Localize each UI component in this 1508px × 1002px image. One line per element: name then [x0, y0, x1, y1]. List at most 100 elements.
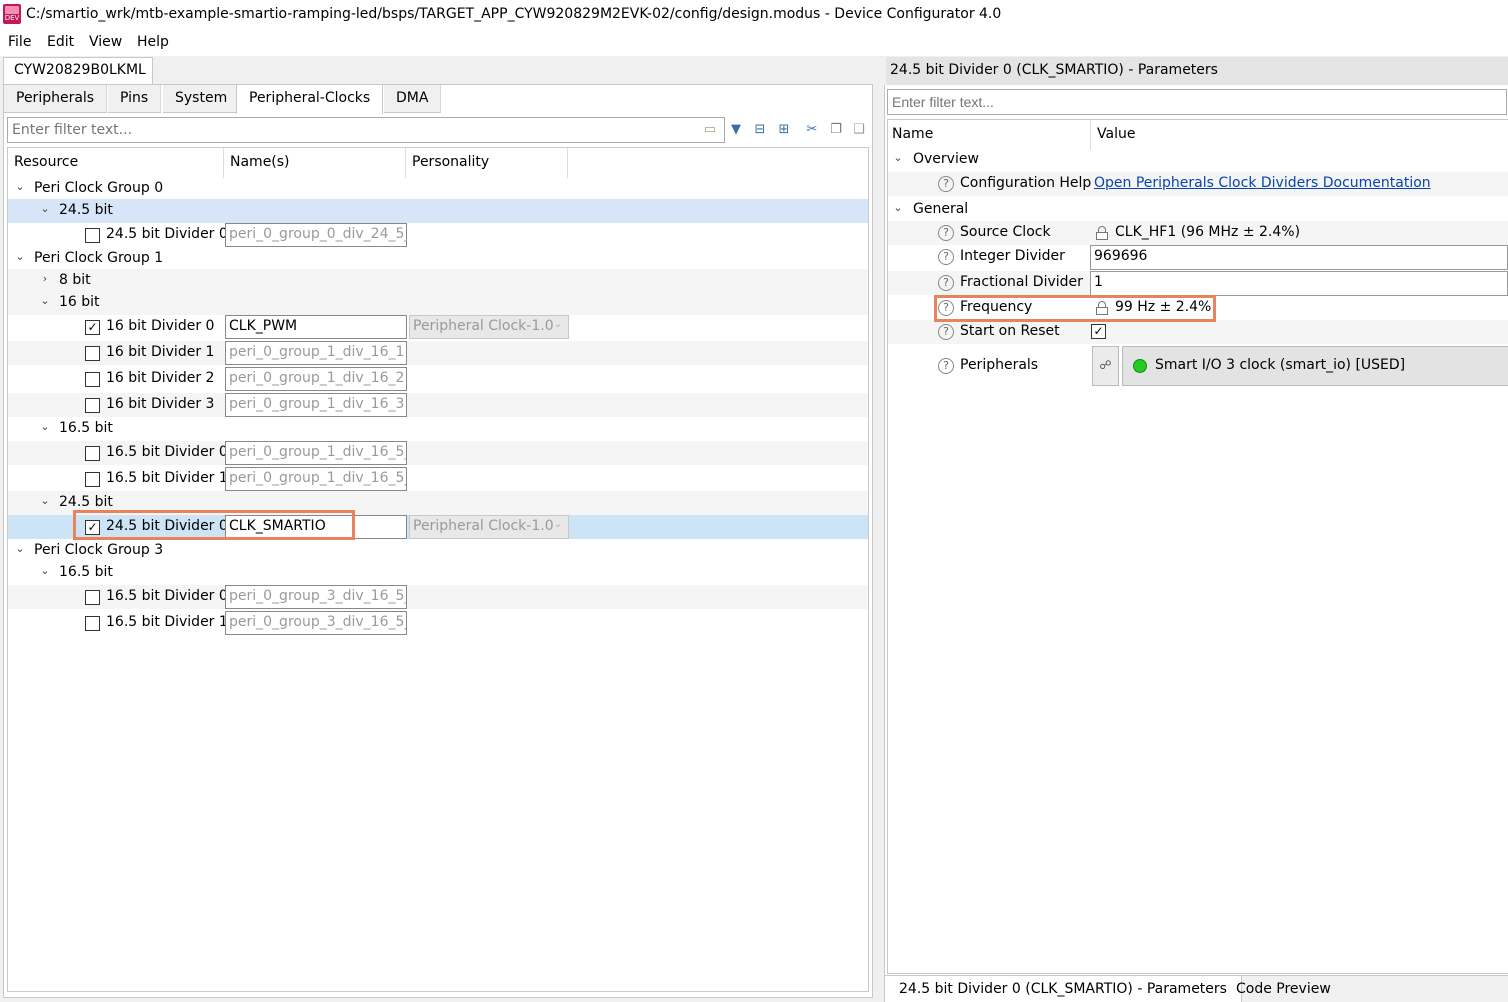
tree-row-g1-16[interactable]: ⌄ 16 bit	[8, 291, 868, 315]
enable-checkbox[interactable]	[85, 616, 100, 631]
tree-row-g1-8[interactable]: › 8 bit	[8, 269, 868, 293]
param-label: Configuration Help	[960, 175, 1092, 191]
tree-row-g3-165-d1[interactable]: 16.5 bit Divider 1 peri_0_group_3_div_16…	[8, 611, 868, 635]
chevron-down-icon[interactable]: ⌄	[14, 180, 26, 193]
name-input[interactable]: peri_0_group_0_div_24_5_0	[225, 223, 407, 247]
tab-code-preview[interactable]: Code Preview	[1222, 976, 1345, 1002]
tab-peripherals[interactable]: Peripherals	[4, 85, 108, 113]
help-icon[interactable]: ?	[938, 176, 954, 192]
enable-checkbox[interactable]	[85, 472, 100, 487]
tree-row-g3-165[interactable]: ⌄ 16.5 bit	[8, 561, 868, 585]
tree-row-g1-16-d2[interactable]: 16 bit Divider 2 peri_0_group_1_div_16_2	[8, 367, 868, 391]
copy-icon[interactable]: ❐	[827, 121, 845, 139]
tree-label: 16 bit Divider 3	[106, 396, 215, 412]
name-input[interactable]: peri_0_group_1_div_16_5_0	[225, 441, 407, 465]
expand-all-icon[interactable]: ⊞	[775, 121, 793, 139]
name-input[interactable]: peri_0_group_1_div_16_3	[225, 393, 407, 417]
chevron-right-icon[interactable]: ›	[39, 272, 51, 285]
tab-pins[interactable]: Pins	[108, 85, 162, 113]
lock-icon	[1096, 226, 1108, 240]
chevron-down-icon[interactable]: ⌄	[14, 250, 26, 263]
tree-row-g1-16-d3[interactable]: 16 bit Divider 3 peri_0_group_1_div_16_3	[8, 393, 868, 417]
menu-view[interactable]: View	[89, 34, 122, 50]
name-input[interactable]: peri_0_group_1_div_16_2	[225, 367, 407, 391]
parameters-panel: Name Value ⌄ Overview ? Configuration He…	[884, 85, 1508, 975]
collapse-all-icon[interactable]: ⊟	[751, 121, 769, 139]
cut-icon[interactable]: ✂	[803, 121, 821, 139]
enable-checkbox[interactable]	[85, 372, 100, 387]
tree-row-g1-16-d0[interactable]: ✓ 16 bit Divider 0 CLK_PWM Peripheral Cl…	[8, 315, 868, 339]
name-input[interactable]: peri_0_group_3_div_16_5_1	[225, 611, 407, 635]
tree-row-g1-165-d1[interactable]: 16.5 bit Divider 1 peri_0_group_1_div_16…	[8, 467, 868, 491]
tree-label: 16 bit Divider 2	[106, 370, 215, 386]
col-name[interactable]: Name	[888, 120, 1091, 150]
enable-checkbox[interactable]	[85, 446, 100, 461]
enable-checkbox[interactable]: ✓	[85, 320, 100, 335]
personality-select[interactable]: Peripheral Clock-1.0 ⌄	[409, 515, 569, 539]
parameters-grid: Name Value ⌄ Overview ? Configuration He…	[887, 119, 1508, 974]
section-overview[interactable]: ⌄ Overview	[888, 148, 1508, 172]
personality-select[interactable]: Peripheral Clock-1.0 ⌄	[409, 315, 569, 339]
chevron-down-icon[interactable]: ⌄	[892, 151, 904, 164]
window-title: C:/smartio_wrk/mtb-example-smartio-rampi…	[26, 6, 1002, 22]
chevron-down-icon[interactable]: ⌄	[39, 494, 51, 507]
col-personality[interactable]: Personality	[406, 148, 568, 178]
help-icon[interactable]: ?	[938, 358, 954, 374]
name-input[interactable]: peri_0_group_1_div_16_1	[225, 341, 407, 365]
help-icon[interactable]: ?	[938, 275, 954, 291]
tree-row-group3[interactable]: ⌄ Peri Clock Group 3	[8, 539, 868, 563]
integer-divider-input[interactable]: 969696	[1090, 245, 1508, 270]
tab-system[interactable]: System	[163, 85, 241, 113]
highlight-box	[73, 510, 355, 540]
enable-checkbox[interactable]	[85, 228, 100, 243]
highlight-box	[934, 295, 1216, 322]
tree-row-group1[interactable]: ⌄ Peri Clock Group 1	[8, 247, 868, 271]
chevron-down-icon[interactable]: ⌄	[14, 542, 26, 555]
tree-label: Peri Clock Group 0	[34, 180, 164, 196]
tab-peripheral-clocks[interactable]: Peripheral-Clocks	[236, 84, 384, 114]
tree-row-g1-16-d1[interactable]: 16 bit Divider 1 peri_0_group_1_div_16_1	[8, 341, 868, 365]
name-input[interactable]: peri_0_group_3_div_16_5_0	[225, 585, 407, 609]
chevron-down-icon[interactable]: ⌄	[39, 202, 51, 215]
help-icon[interactable]: ?	[938, 249, 954, 265]
start-on-reset-checkbox[interactable]: ✓	[1091, 324, 1106, 339]
tree-label: 16.5 bit Divider 0	[106, 588, 228, 604]
section-general[interactable]: ⌄ General	[888, 198, 1508, 222]
documentation-link[interactable]: Open Peripherals Clock Dividers Document…	[1094, 175, 1431, 191]
personality-value: Peripheral Clock-1.0	[413, 318, 554, 334]
chevron-down-icon[interactable]: ⌄	[39, 294, 51, 307]
fractional-divider-input[interactable]: 1	[1090, 271, 1508, 296]
chevron-down-icon[interactable]: ⌄	[39, 420, 51, 433]
tree-row-g1-165-d0[interactable]: 16.5 bit Divider 0 peri_0_group_1_div_16…	[8, 441, 868, 465]
enable-checkbox[interactable]	[85, 590, 100, 605]
enable-checkbox[interactable]	[85, 346, 100, 361]
tree-row-g1-165[interactable]: ⌄ 16.5 bit	[8, 417, 868, 441]
peripheral-connection[interactable]: Smart I/O 3 clock (smart_io) [USED]	[1122, 346, 1508, 386]
eraser-icon[interactable]: ▭	[701, 121, 719, 139]
help-icon[interactable]: ?	[938, 324, 954, 340]
enable-checkbox[interactable]	[85, 398, 100, 413]
menu-edit[interactable]: Edit	[47, 34, 74, 50]
left-filter-input[interactable]	[7, 117, 725, 143]
tree-row-g0-245-d0[interactable]: 24.5 bit Divider 0 peri_0_group_0_div_24…	[8, 223, 868, 247]
help-icon[interactable]: ?	[938, 225, 954, 241]
chevron-down-icon[interactable]: ⌄	[892, 201, 904, 214]
col-resource[interactable]: Resource	[8, 148, 224, 178]
filter-icon[interactable]: ▼	[727, 121, 745, 139]
parameters-filter-input[interactable]	[887, 89, 1507, 115]
paste-icon[interactable]: ❑	[850, 121, 868, 139]
device-tab[interactable]: CYW20829B0LKML	[3, 57, 153, 85]
name-input[interactable]: peri_0_group_1_div_16_5_1	[225, 467, 407, 491]
tab-dma[interactable]: DMA	[384, 85, 442, 113]
chevron-down-icon[interactable]: ⌄	[39, 564, 51, 577]
menu-help[interactable]: Help	[137, 34, 169, 50]
tree-row-g0-245[interactable]: ⌄ 24.5 bit	[8, 199, 868, 223]
tree-row-group0[interactable]: ⌄ Peri Clock Group 0	[8, 177, 868, 201]
col-value[interactable]: Value	[1093, 120, 1139, 150]
col-names[interactable]: Name(s)	[224, 148, 406, 178]
tab-parameters[interactable]: 24.5 bit Divider 0 (CLK_SMARTIO) - Param…	[884, 976, 1242, 1002]
tree-row-g3-165-d0[interactable]: 16.5 bit Divider 0 peri_0_group_3_div_16…	[8, 585, 868, 609]
link-icon[interactable]: ☍	[1092, 346, 1119, 386]
menu-file[interactable]: File	[8, 34, 31, 50]
name-input[interactable]: CLK_PWM	[225, 315, 407, 339]
